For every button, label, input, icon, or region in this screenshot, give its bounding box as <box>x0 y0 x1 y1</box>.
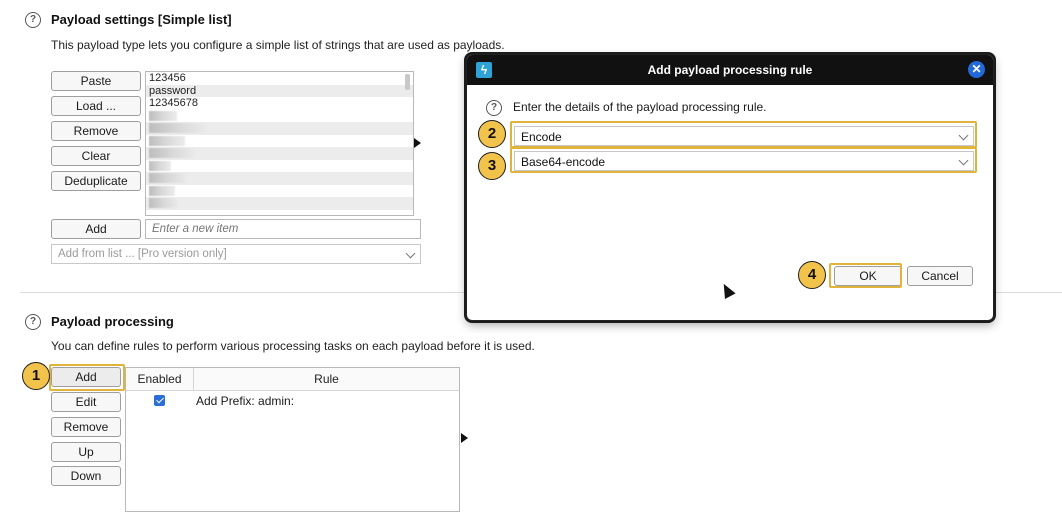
help-icon[interactable]: ? <box>25 314 41 330</box>
chevron-down-icon <box>405 248 416 259</box>
add-processing-rule-dialog: ϟ Add payload processing rule ✕ ? Enter … <box>466 54 994 321</box>
step-badge-2: 2 <box>478 120 506 148</box>
new-item-input[interactable] <box>145 219 421 239</box>
step-badge-1: 1 <box>22 362 50 390</box>
list-item-redacted <box>146 122 413 135</box>
remove-button[interactable]: Remove <box>51 121 141 141</box>
ok-button[interactable]: OK <box>834 266 902 286</box>
add-from-list-label: Add from list ... [Pro version only] <box>58 248 227 260</box>
step-badge-4: 4 <box>798 261 826 289</box>
up-rule-button[interactable]: Up <box>51 442 121 462</box>
dialog-titlebar: ϟ Add payload processing rule ✕ <box>467 55 993 85</box>
expand-arrow-icon[interactable] <box>461 433 468 443</box>
help-icon[interactable]: ? <box>25 12 41 28</box>
edit-rule-button[interactable]: Edit <box>51 392 121 412</box>
list-item-redacted <box>146 160 413 173</box>
rule-type-select[interactable]: Encode <box>514 126 974 146</box>
list-item-redacted <box>146 110 413 123</box>
list-item-redacted <box>146 135 413 148</box>
remove-rule-button[interactable]: Remove <box>51 417 121 437</box>
table-row[interactable]: Add Prefix: admin: <box>126 392 459 410</box>
enabled-checkbox[interactable] <box>154 395 165 406</box>
list-item-redacted <box>146 197 413 210</box>
list-item-redacted <box>146 185 413 198</box>
expand-arrow-icon[interactable] <box>414 138 421 148</box>
encoding-select[interactable]: Base64-encode <box>514 151 974 171</box>
add-from-list-select: Add from list ... [Pro version only] <box>51 244 421 264</box>
dialog-prompt: Enter the details of the payload process… <box>513 100 767 114</box>
list-item-redacted <box>146 172 413 185</box>
help-icon[interactable]: ? <box>486 100 502 116</box>
add-rule-button[interactable]: Add <box>51 367 121 387</box>
paste-button[interactable]: Paste <box>51 71 141 91</box>
load-button[interactable]: Load ... <box>51 96 141 116</box>
rule-type-value: Encode <box>521 130 562 144</box>
chevron-down-icon <box>958 130 969 141</box>
column-header-enabled[interactable]: Enabled <box>126 368 194 391</box>
step-badge-3: 3 <box>478 152 506 180</box>
payload-processing-description: You can define rules to perform various … <box>51 339 535 353</box>
list-scrollbar[interactable] <box>405 74 410 90</box>
payload-settings-description: This payload type lets you configure a s… <box>51 38 505 52</box>
clear-button[interactable]: Clear <box>51 146 141 166</box>
down-rule-button[interactable]: Down <box>51 466 121 486</box>
encoding-value: Base64-encode <box>521 155 606 169</box>
list-item-redacted <box>146 147 413 160</box>
rules-table[interactable]: Enabled Rule Add Prefix: admin: <box>125 367 460 512</box>
cancel-button[interactable]: Cancel <box>907 266 973 286</box>
list-item[interactable]: password <box>146 84 413 97</box>
burp-app-icon: ϟ <box>476 62 492 78</box>
chevron-down-icon <box>958 155 969 166</box>
rule-text: Add Prefix: admin: <box>196 394 295 408</box>
payload-list[interactable]: 123456 password 12345678 <box>145 71 414 216</box>
list-item[interactable]: 12345678 <box>146 97 413 110</box>
payload-settings-title: Payload settings [Simple list] <box>51 12 232 27</box>
close-icon[interactable]: ✕ <box>968 61 985 78</box>
add-item-button[interactable]: Add <box>51 219 141 239</box>
column-header-rule[interactable]: Rule <box>194 368 459 391</box>
dialog-title: Add payload processing rule <box>647 63 813 77</box>
list-item[interactable]: 123456 <box>146 72 413 85</box>
payload-processing-title: Payload processing <box>51 314 174 329</box>
deduplicate-button[interactable]: Deduplicate <box>51 171 141 191</box>
